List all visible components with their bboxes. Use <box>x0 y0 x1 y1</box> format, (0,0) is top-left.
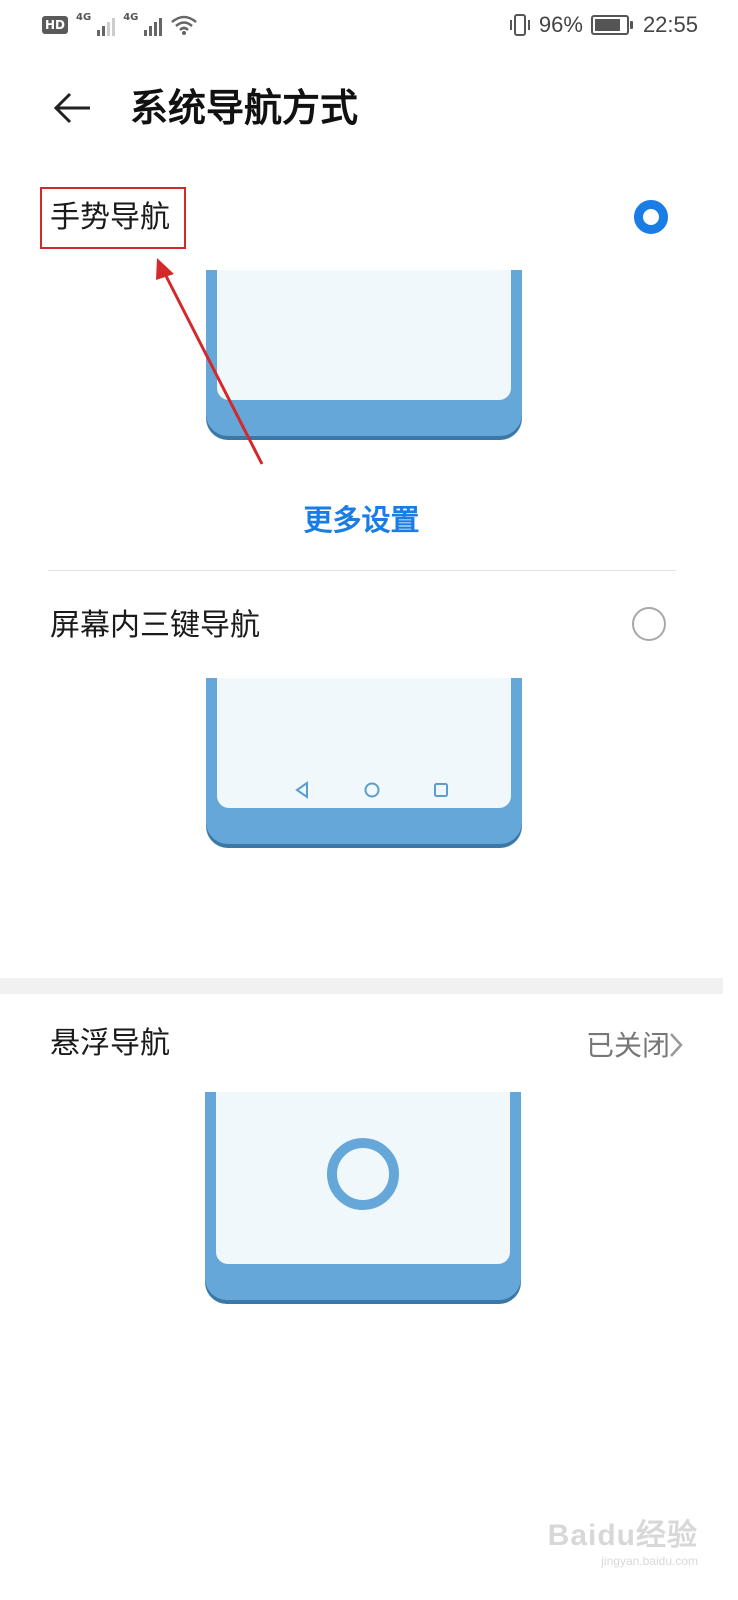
divider <box>48 570 676 571</box>
floating-nav-illustration-screen <box>216 1092 510 1264</box>
network-type-2: 4G <box>123 12 139 23</box>
section-separator <box>0 978 723 994</box>
option-three-key-label[interactable]: 屏幕内三键导航 <box>50 606 260 646</box>
clock: 22:55 <box>642 12 698 37</box>
annotation-highlight-box <box>40 187 186 249</box>
wifi-icon <box>171 15 198 35</box>
battery-percent: 96% <box>538 12 583 37</box>
watermark-brand: Baidu经验 <box>547 1519 698 1552</box>
signal-icon <box>144 14 163 36</box>
annotation-arrow <box>156 258 264 465</box>
three-key-illustration-screen <box>217 678 511 808</box>
watermark-site: jingyan.baidu.com <box>601 1554 698 1568</box>
arrow-left-icon[interactable] <box>50 86 94 130</box>
three-key-illustration <box>206 678 522 844</box>
battery-icon <box>590 15 633 35</box>
status-bar: HD 4G 4G 96% 22:55 <box>0 0 738 50</box>
page-title: 系统导航方式 <box>130 86 359 130</box>
network-type-1: 4G <box>76 12 92 23</box>
back-triangle-icon <box>295 781 308 799</box>
floating-button-icon <box>327 1138 399 1210</box>
signal-icon <box>97 14 116 36</box>
home-circle-icon <box>364 782 380 798</box>
more-settings-link[interactable]: 更多设置 <box>0 500 723 540</box>
floating-nav-illustration <box>205 1092 521 1300</box>
vibrate-icon <box>509 14 530 36</box>
status-left: HD 4G 4G <box>42 12 198 38</box>
radio-gesture[interactable] <box>634 200 668 234</box>
radio-three-key[interactable] <box>632 607 666 641</box>
floating-nav-status[interactable]: 已关闭 <box>586 1027 670 1065</box>
recents-square-icon <box>434 783 448 797</box>
chevron-right-icon[interactable] <box>666 1030 686 1060</box>
floating-nav-label[interactable]: 悬浮导航 <box>50 1024 170 1064</box>
status-right: 96% 22:55 <box>509 10 698 40</box>
watermark-logo: Baidu经验 jingyan.baidu.com <box>548 1510 698 1568</box>
hd-badge: HD <box>42 16 69 34</box>
